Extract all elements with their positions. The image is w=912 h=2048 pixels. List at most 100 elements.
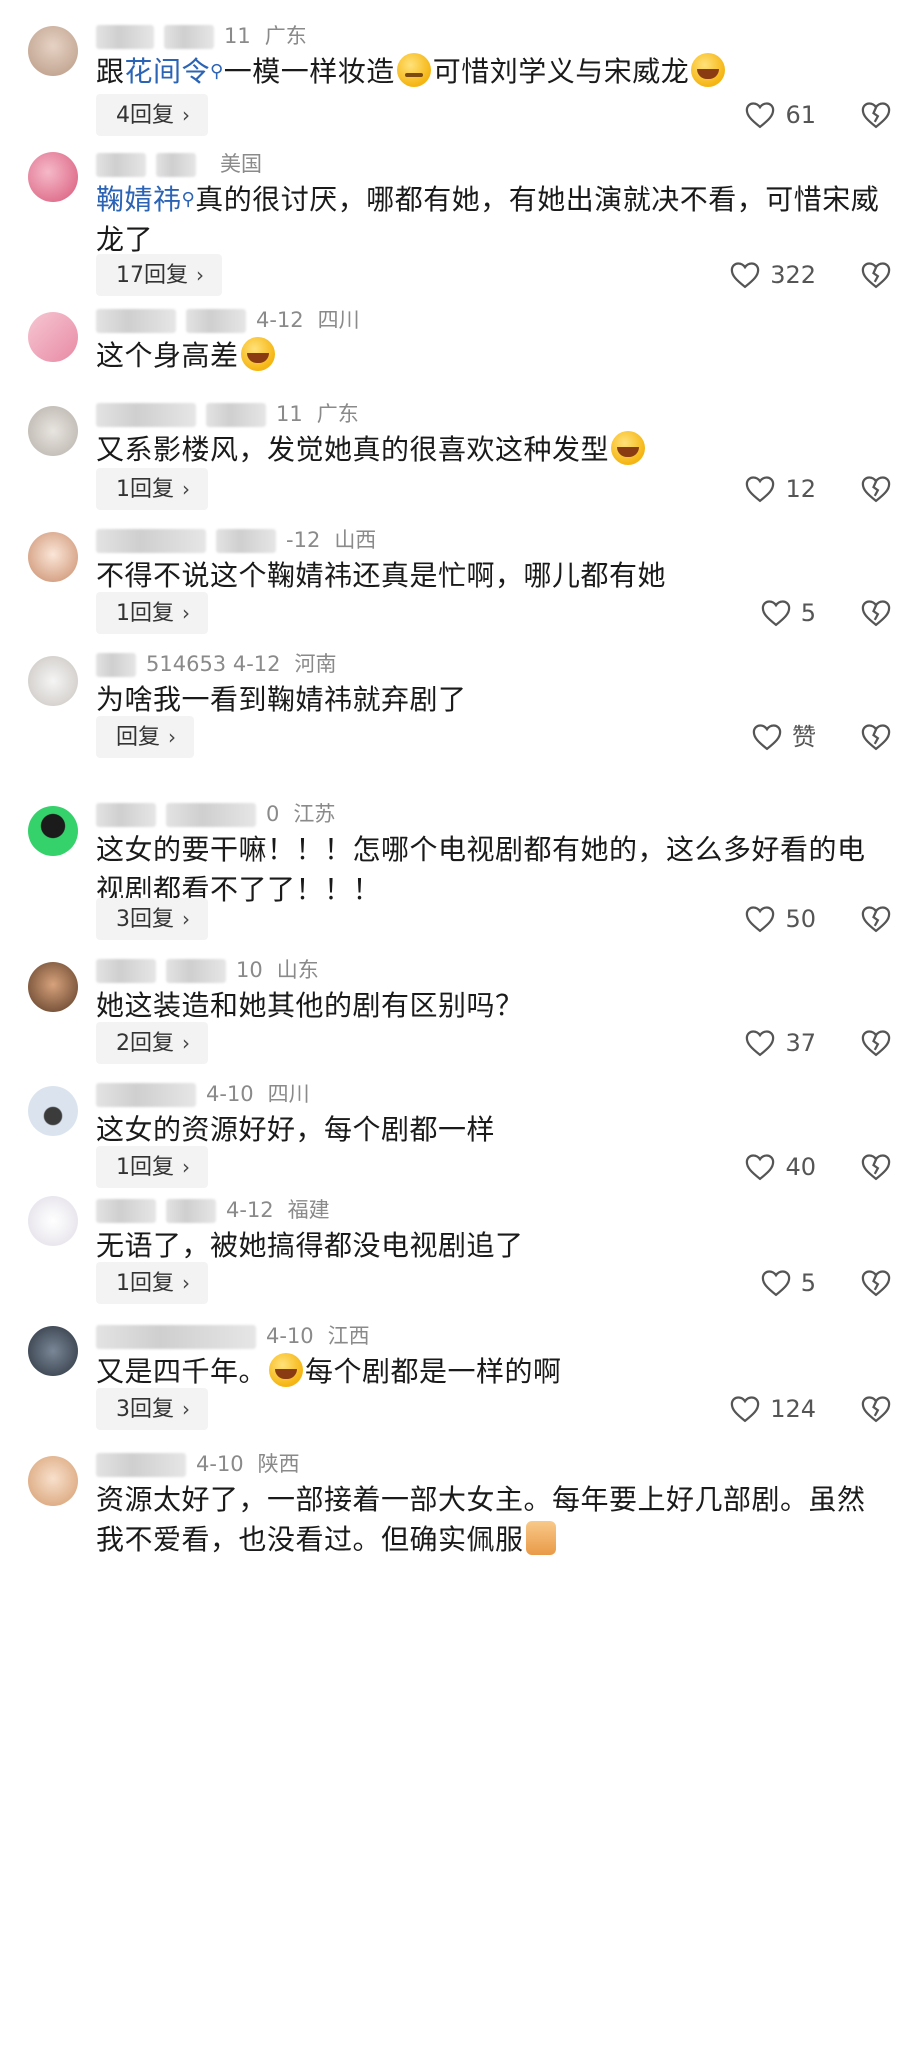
dislike-button[interactable] — [860, 898, 892, 940]
comment-location: 四川 — [317, 308, 360, 332]
dislike-button[interactable] — [860, 716, 892, 758]
like-button[interactable]: 37 — [745, 1022, 816, 1064]
replies-label: 3回复 — [116, 907, 174, 932]
comment-text: 资源太好了，一部接着一部大女主。每年要上好几部剧。虽然我不爱看，也没看过。但确实… — [96, 1480, 886, 1560]
replies-button[interactable]: 1回复 › — [96, 468, 208, 510]
heart-outline-icon — [745, 475, 785, 503]
comment-meta: -12 山西 — [96, 526, 376, 554]
replies-label: 3回复 — [116, 1397, 174, 1422]
replies-label: 2回复 — [116, 1031, 174, 1056]
comment-text-segment: 真的很讨厌，哪都有她，有她出演就决不看，可惜宋威龙了 — [96, 183, 880, 256]
like-button[interactable]: 5 — [761, 1262, 816, 1304]
comment-meta: 美国 — [96, 150, 262, 178]
like-button[interactable]: 40 — [745, 1146, 816, 1188]
comment-location: 美国 — [220, 152, 262, 176]
like-button[interactable]: 322 — [730, 254, 816, 296]
replies-button[interactable]: 1回复 › — [96, 1146, 208, 1188]
username-redacted[interactable] — [216, 529, 276, 553]
dislike-button[interactable] — [860, 1022, 892, 1064]
user-avatar[interactable] — [28, 1326, 78, 1376]
comment-meta: 4-10 四川 — [96, 1080, 310, 1108]
like-button[interactable]: 61 — [745, 94, 816, 136]
comment-time: 10 — [236, 958, 263, 982]
heart-outline-icon — [730, 261, 770, 289]
user-avatar[interactable] — [28, 1196, 78, 1246]
search-icon[interactable]: ⚲ — [210, 61, 224, 82]
username-redacted[interactable] — [96, 153, 146, 177]
username-redacted[interactable] — [96, 309, 176, 333]
replies-button[interactable]: 3回复 › — [96, 1388, 208, 1430]
dislike-button[interactable] — [860, 1388, 892, 1430]
comment-meta: 4-12 四川 — [96, 306, 360, 334]
replies-button[interactable]: 4回复 › — [96, 94, 208, 136]
username-redacted[interactable] — [96, 1453, 186, 1477]
replies-button[interactable]: 回复 › — [96, 716, 195, 758]
username-redacted[interactable] — [96, 25, 154, 49]
heart-outline-icon — [761, 1269, 801, 1297]
like-button[interactable]: 12 — [745, 468, 816, 510]
dislike-button[interactable] — [860, 1262, 892, 1304]
username-redacted[interactable] — [96, 653, 136, 677]
comment-location: 福建 — [287, 1198, 330, 1222]
username-redacted[interactable] — [96, 1199, 156, 1223]
comment-meta: 11 广东 — [96, 400, 359, 428]
comment-location: 江苏 — [293, 802, 336, 826]
username-redacted[interactable] — [156, 153, 196, 177]
like-button[interactable]: 124 — [730, 1388, 816, 1430]
comment-text-segment: 这女的要干嘛！！！怎哪个电视剧都有她的，这么多好看的电视剧都看不了了！！！ — [96, 833, 866, 906]
like-button[interactable]: 5 — [761, 592, 816, 634]
chevron-right-icon: › — [182, 907, 190, 931]
comment-meta: 4-10 江西 — [96, 1322, 370, 1350]
comment-text-segment: 无语了，被她搞得都没电视剧追了 — [96, 1229, 524, 1262]
username-redacted[interactable] — [96, 959, 156, 983]
topic-link[interactable]: 花间令 — [125, 55, 211, 88]
comment-location: 陕西 — [257, 1452, 300, 1476]
replies-label: 1回复 — [116, 601, 174, 626]
user-avatar[interactable] — [28, 406, 78, 456]
dislike-button[interactable] — [860, 468, 892, 510]
dislike-button[interactable] — [860, 94, 892, 136]
user-avatar[interactable] — [28, 962, 78, 1012]
username-redacted[interactable] — [166, 1199, 216, 1223]
chevron-right-icon: › — [182, 477, 190, 501]
user-avatar[interactable] — [28, 806, 78, 856]
username-redacted[interactable] — [96, 1325, 256, 1349]
user-avatar[interactable] — [28, 1086, 78, 1136]
like-count: 12 — [785, 475, 816, 503]
replies-label: 1回复 — [116, 477, 174, 502]
user-avatar[interactable] — [28, 26, 78, 76]
comment-location: 山西 — [334, 528, 377, 552]
username-redacted[interactable] — [96, 1083, 196, 1107]
username-redacted[interactable] — [206, 403, 266, 427]
username-redacted[interactable] — [166, 803, 256, 827]
username-redacted[interactable] — [164, 25, 214, 49]
replies-button[interactable]: 1回复 › — [96, 1262, 208, 1304]
replies-button[interactable]: 2回复 › — [96, 1022, 208, 1064]
user-avatar[interactable] — [28, 1456, 78, 1506]
dislike-button[interactable] — [860, 1146, 892, 1188]
user-avatar[interactable] — [28, 656, 78, 706]
like-button[interactable]: 50 — [745, 898, 816, 940]
like-count: 50 — [785, 905, 816, 933]
replies-button[interactable]: 3回复 › — [96, 898, 208, 940]
search-icon[interactable]: ⚲ — [182, 189, 196, 210]
like-button[interactable]: 赞 — [752, 716, 816, 758]
replies-button[interactable]: 1回复 › — [96, 592, 208, 634]
comment-meta: 4-12 福建 — [96, 1196, 330, 1224]
dislike-button[interactable] — [860, 592, 892, 634]
user-avatar[interactable] — [28, 312, 78, 362]
replies-button[interactable]: 17回复 › — [96, 254, 222, 296]
username-redacted[interactable] — [166, 959, 226, 983]
chevron-right-icon: › — [168, 725, 177, 749]
topic-link[interactable]: 鞠婧祎 — [96, 183, 182, 216]
comment-text: 这女的资源好好，每个剧都一样 — [96, 1110, 886, 1150]
user-avatar[interactable] — [28, 532, 78, 582]
username-redacted[interactable] — [186, 309, 246, 333]
chevron-right-icon: › — [182, 1155, 190, 1179]
user-avatar[interactable] — [28, 152, 78, 202]
username-redacted[interactable] — [96, 529, 206, 553]
dislike-button[interactable] — [860, 254, 892, 296]
comment-location: 山东 — [276, 958, 319, 982]
username-redacted[interactable] — [96, 803, 156, 827]
username-redacted[interactable] — [96, 403, 196, 427]
